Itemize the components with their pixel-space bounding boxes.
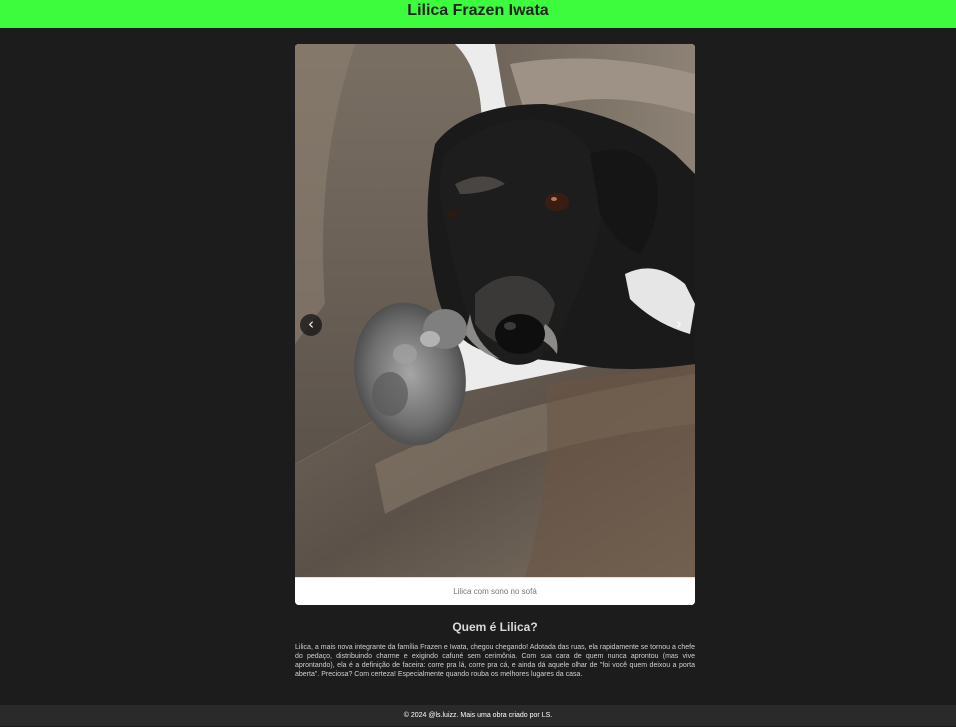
site-header: Lilica Frazen Iwata	[0, 0, 956, 28]
footer-text: © 2024 @ls.luizz. Mais uma obra criado p…	[403, 712, 553, 719]
about-title: Quem é Lilica?	[452, 620, 538, 634]
carousel-prev-button[interactable]: ‹	[300, 314, 322, 336]
about-text: Lilica, a mais nova integrante da famíli…	[295, 644, 695, 678]
carousel-image	[295, 44, 695, 577]
image-caption: Lilica com sono no sofá	[295, 577, 695, 605]
photo-carousel: ‹ › Lilica com sono no sofá	[295, 44, 695, 605]
site-footer: © 2024 @ls.luizz. Mais uma obra criado p…	[0, 705, 956, 726]
chevron-left-icon: ‹	[308, 315, 314, 333]
carousel-next-button[interactable]: ›	[668, 314, 690, 336]
chevron-right-icon: ›	[676, 315, 682, 333]
page-title: Lilica Frazen Iwata	[407, 2, 549, 19]
